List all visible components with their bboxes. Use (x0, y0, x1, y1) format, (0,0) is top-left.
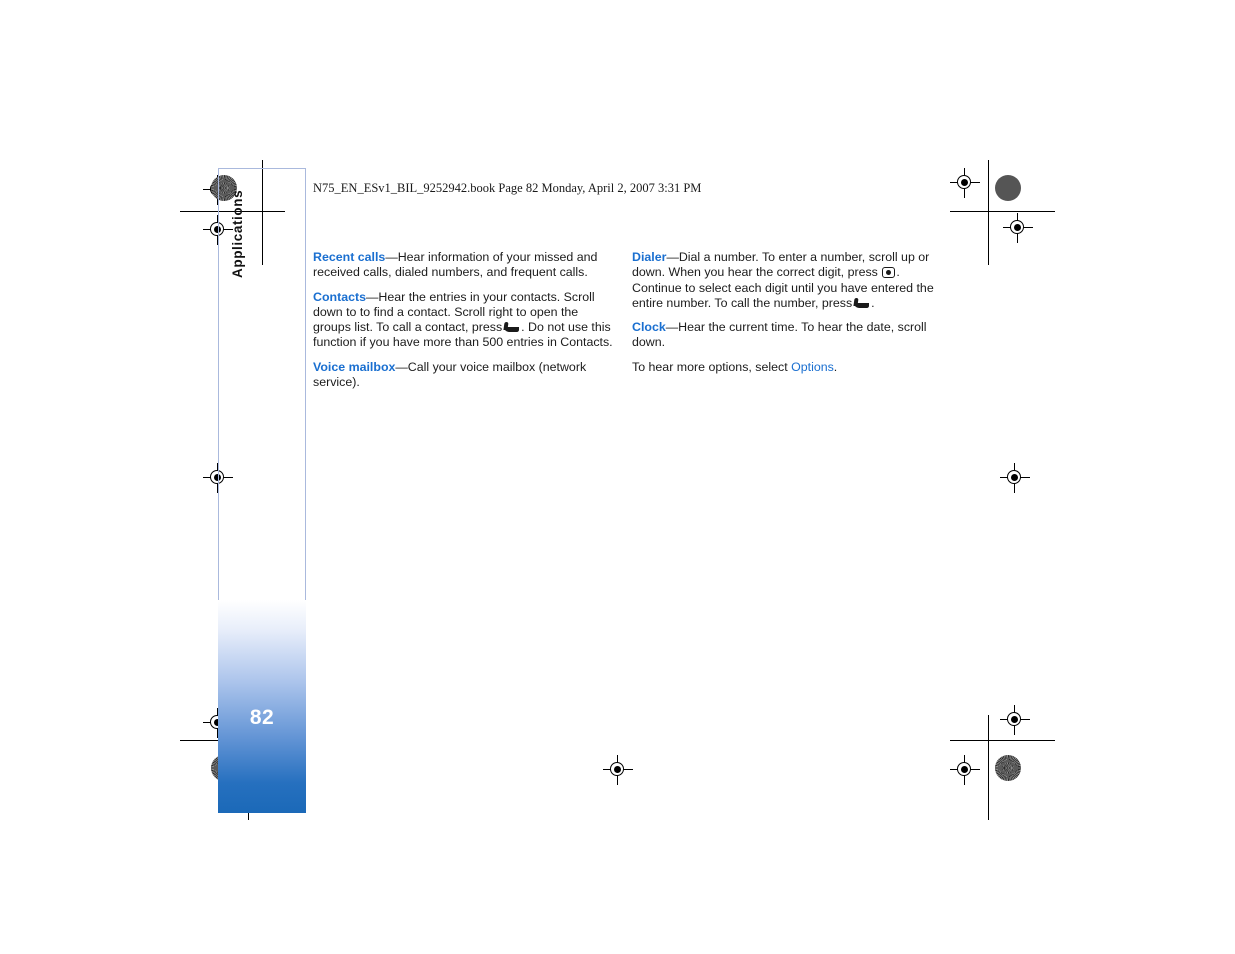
text-column-right: Dialer—Dial a number. To enter a number,… (632, 250, 937, 375)
registration-mark-bottom-center (603, 755, 633, 785)
paragraph-dialer: Dialer—Dial a number. To enter a number,… (632, 250, 937, 311)
crop-line-top-right (950, 211, 1055, 212)
registration-mark-middle-right (1000, 463, 1030, 493)
term-recent-calls: Recent calls (313, 250, 386, 264)
term-clock: Clock (632, 320, 666, 335)
registration-mark-top-right (950, 168, 980, 198)
body-dialer-part3: . (871, 295, 875, 310)
scroll-key-icon (882, 266, 896, 278)
registration-mark-bottom-right (1000, 705, 1030, 735)
dash-voice-mailbox: — (395, 359, 408, 374)
call-key-icon (853, 297, 870, 308)
registration-mark-bottom-right-lower (950, 755, 980, 785)
book-file-header: N75_EN_ESv1_BIL_9252942.book Page 82 Mon… (313, 181, 702, 195)
page-number: 82 (249, 706, 275, 729)
term-options: Options (791, 359, 834, 374)
dash-recent-calls: — (385, 250, 398, 264)
section-tab-label: Applications (230, 189, 245, 278)
term-dialer: Dialer (632, 250, 667, 264)
paragraph-voice-mailbox: Voice mailbox—Call your voice mailbox (n… (313, 360, 618, 391)
text-column-left: Recent calls—Hear information of your mi… (313, 250, 618, 390)
registration-mark-top-right-lower (1003, 213, 1033, 243)
term-voice-mailbox: Voice mailbox (313, 359, 396, 374)
body-more-options-part2: . (833, 359, 838, 374)
dash-clock: — (665, 320, 679, 335)
paragraph-clock: Clock—Hear the current time. To hear the… (632, 320, 937, 351)
paragraph-more-options: To hear more options, select Options. (632, 360, 937, 375)
term-contacts: Contacts (313, 289, 367, 304)
density-patch-top-right (995, 175, 1021, 201)
dash-contacts: — (366, 289, 379, 304)
call-key-icon (503, 322, 520, 333)
crop-line-top-right-vertical (988, 160, 989, 265)
crop-line-bottom-right-vertical (988, 715, 989, 820)
dash-dialer: — (666, 250, 679, 264)
crop-line-bottom-right (950, 740, 1055, 741)
paragraph-recent-calls: Recent calls—Hear information of your mi… (313, 250, 618, 281)
body-more-options-part1: To hear more options, select (632, 359, 792, 374)
paragraph-contacts: Contacts—Hear the entries in your contac… (313, 290, 618, 351)
density-patch-bottom-right (995, 755, 1021, 781)
